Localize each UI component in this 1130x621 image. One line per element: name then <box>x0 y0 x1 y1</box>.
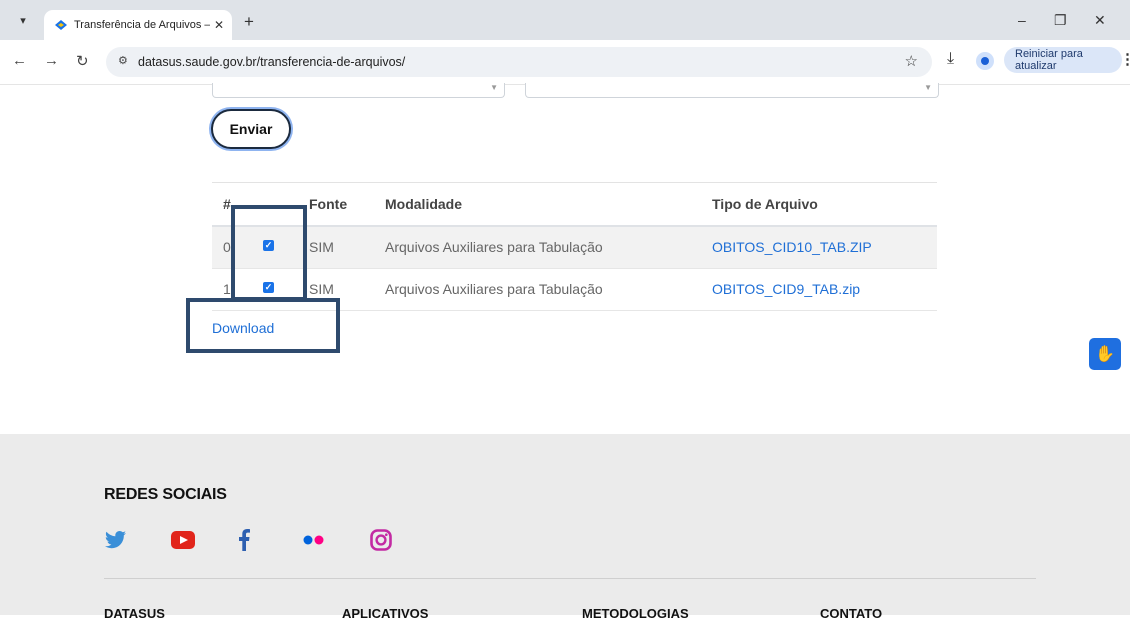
tab-close-icon[interactable]: ✕ <box>214 18 224 32</box>
header-fonte: Fonte <box>309 196 348 212</box>
row-file-link[interactable]: OBITOS_CID10_TAB.ZIP <box>712 239 872 255</box>
row-modalidade: Arquivos Auxiliares para Tabulação <box>385 281 603 297</box>
table-row: 0 ✓ SIM Arquivos Auxiliares para Tabulaç… <box>212 227 937 269</box>
instagram-icon[interactable] <box>368 528 394 552</box>
restart-to-update-button[interactable]: Reiniciar para atualizar <box>1004 47 1122 73</box>
minimize-icon[interactable]: – <box>1018 12 1026 28</box>
header-modalidade: Modalidade <box>385 196 463 212</box>
row-modalidade: Arquivos Auxiliares para Tabulação <box>385 239 603 255</box>
back-icon[interactable]: ← <box>12 52 27 69</box>
tab-strip: ▾ Transferência de Arquivos – DA ✕ + – ❐… <box>0 0 1130 40</box>
browser-tab[interactable]: Transferência de Arquivos – DA ✕ <box>44 10 232 40</box>
youtube-icon[interactable] <box>170 528 196 552</box>
tab-search-button[interactable]: ▾ <box>12 9 34 31</box>
footer-divider <box>104 578 1036 579</box>
restore-icon[interactable]: ❐ <box>1054 12 1067 29</box>
navigation-bar: ← → ↻ ⚙ datasus.saude.gov.br/transferenc… <box>0 40 1130 85</box>
row-fonte: SIM <box>309 281 334 297</box>
header-index: # <box>223 196 231 212</box>
forward-icon[interactable]: → <box>44 52 59 69</box>
tab-title: Transferência de Arquivos – DA <box>74 19 210 31</box>
profile-avatar[interactable] <box>976 52 994 70</box>
site-favicon-icon <box>55 20 67 30</box>
submit-button[interactable]: Enviar <box>211 109 291 149</box>
footer-column-aplicativos[interactable]: APLICATIVOS <box>342 606 428 621</box>
bookmark-star-icon[interactable]: ☆ <box>905 52 918 70</box>
checkbox-highlight-box <box>231 205 307 301</box>
footer-column-metodologias[interactable]: METODOLOGIAS <box>582 606 689 621</box>
downloads-icon[interactable]: ⤓ <box>947 50 954 68</box>
download-highlight-box <box>186 298 340 353</box>
accessibility-sign-language-icon[interactable]: ✋ <box>1089 338 1121 370</box>
dropdown-arrow-icon: ▼ <box>490 83 498 92</box>
row-fonte: SIM <box>309 239 334 255</box>
url-text[interactable]: datasus.saude.gov.br/transferencia-de-ar… <box>138 55 405 69</box>
select-field-left[interactable]: ▼ <box>212 83 505 98</box>
footer-column-contato[interactable]: CONTATO <box>820 606 882 621</box>
facebook-icon[interactable] <box>234 528 254 552</box>
reload-icon[interactable]: ↻ <box>76 52 89 70</box>
table-header: # Fonte Modalidade Tipo de Arquivo <box>212 182 937 227</box>
social-heading: REDES SOCIAIS <box>104 486 227 503</box>
browser-menu-icon[interactable]: ⋮ <box>1120 50 1130 68</box>
close-window-icon[interactable]: ✕ <box>1094 12 1106 29</box>
site-info-icon[interactable]: ⚙ <box>118 54 128 67</box>
twitter-icon[interactable] <box>104 528 128 552</box>
results-table: # Fonte Modalidade Tipo de Arquivo 0 ✓ S… <box>212 182 937 311</box>
dropdown-arrow-icon: ▼ <box>924 83 932 92</box>
row-file-link[interactable]: OBITOS_CID9_TAB.zip <box>712 281 860 297</box>
site-footer: REDES SOCIAIS DATASUS APLICATIVOS METODO… <box>0 434 1130 621</box>
header-tipo-arquivo: Tipo de Arquivo <box>712 196 818 212</box>
flickr-icon[interactable] <box>302 528 326 552</box>
select-field-right[interactable]: ▼ <box>525 83 939 98</box>
address-bar[interactable]: ⚙ datasus.saude.gov.br/transferencia-de-… <box>106 47 932 77</box>
row-index: 0 <box>223 239 231 255</box>
new-tab-button[interactable]: + <box>244 12 254 32</box>
row-index: 1 <box>223 281 231 297</box>
footer-column-datasus[interactable]: DATASUS <box>104 606 165 621</box>
